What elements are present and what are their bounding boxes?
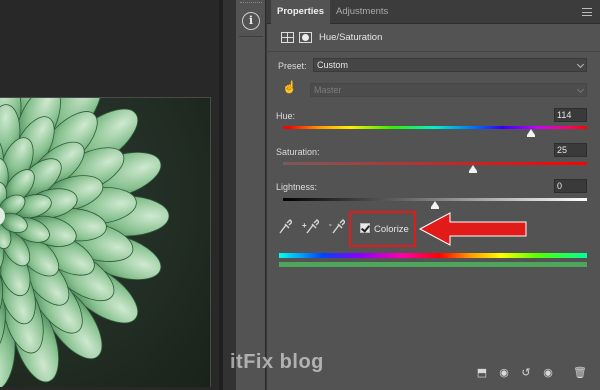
saturation-slider-thumb[interactable]	[469, 165, 477, 173]
lightness-value-input[interactable]: 0	[554, 179, 587, 193]
colorize-checkbox[interactable]	[360, 223, 370, 233]
hue-value-input[interactable]: 114	[554, 108, 587, 122]
dahlia-flower-image	[0, 98, 170, 387]
canvas-background	[0, 0, 219, 80]
view-previous-icon[interactable]: ◉	[497, 366, 511, 380]
layer-mask-icon[interactable]	[299, 32, 312, 43]
channel-value: Master	[314, 85, 342, 95]
colorize-label[interactable]: Colorize	[374, 224, 409, 235]
adjustment-header: Hue/Saturation	[267, 24, 600, 52]
panel-tabbar: Properties Adjustments	[267, 0, 600, 24]
info-icon[interactable]: i	[242, 12, 260, 30]
red-arrow-annotation	[418, 212, 527, 246]
eyedropper-plus-icon[interactable]: +	[302, 219, 320, 237]
lightness-slider-thumb[interactable]	[431, 201, 439, 209]
clip-to-layer-icon[interactable]: ⬒	[475, 366, 489, 380]
reset-icon[interactable]: ↺	[519, 366, 533, 380]
adjustment-layer-icon[interactable]	[281, 32, 294, 43]
hue-slider-track[interactable]	[283, 126, 587, 129]
canvas-scroll-gutter	[223, 0, 236, 390]
canvas-area[interactable]	[0, 0, 236, 390]
trash-icon[interactable]: 🗑	[573, 366, 587, 380]
preset-value: Custom	[317, 60, 349, 70]
output-color-bar	[279, 262, 587, 267]
watermark-logo: itFix blog	[230, 351, 324, 373]
visibility-eye-icon[interactable]: ◉	[541, 366, 555, 380]
properties-panel: Properties Adjustments Hue/Saturation Pr…	[267, 0, 600, 390]
saturation-label: Saturation:	[276, 147, 320, 157]
preset-dropdown[interactable]: Custom	[313, 58, 587, 72]
minus-badge: -	[329, 220, 332, 229]
tab-properties[interactable]: Properties	[271, 0, 330, 24]
eyedropper-icon[interactable]	[277, 219, 293, 237]
eyedropper-minus-icon[interactable]: -	[329, 219, 346, 237]
targeted-adjustment-hand-icon[interactable]: ☝	[282, 80, 297, 94]
preset-label: Preset:	[278, 61, 307, 71]
chevron-down-icon	[576, 85, 585, 94]
adjustment-title: Hue/Saturation	[319, 32, 383, 43]
panel-dock: i	[236, 0, 266, 390]
dock-divider	[239, 36, 263, 37]
tab-adjustments[interactable]: Adjustments	[330, 0, 394, 24]
input-spectrum-bar	[279, 253, 587, 258]
channel-dropdown[interactable]: Master	[310, 83, 587, 97]
hue-slider-thumb[interactable]	[527, 129, 536, 137]
lightness-label: Lightness:	[276, 182, 318, 192]
dock-grip[interactable]	[240, 2, 262, 6]
hue-label: Hue:	[276, 111, 296, 121]
document-image-dahlia[interactable]	[0, 97, 211, 387]
plus-badge: +	[302, 221, 307, 230]
saturation-slider-track[interactable]	[283, 162, 587, 165]
saturation-value-input[interactable]: 25	[554, 143, 587, 157]
panel-menu-icon[interactable]	[582, 8, 592, 16]
chevron-down-icon	[576, 60, 585, 69]
